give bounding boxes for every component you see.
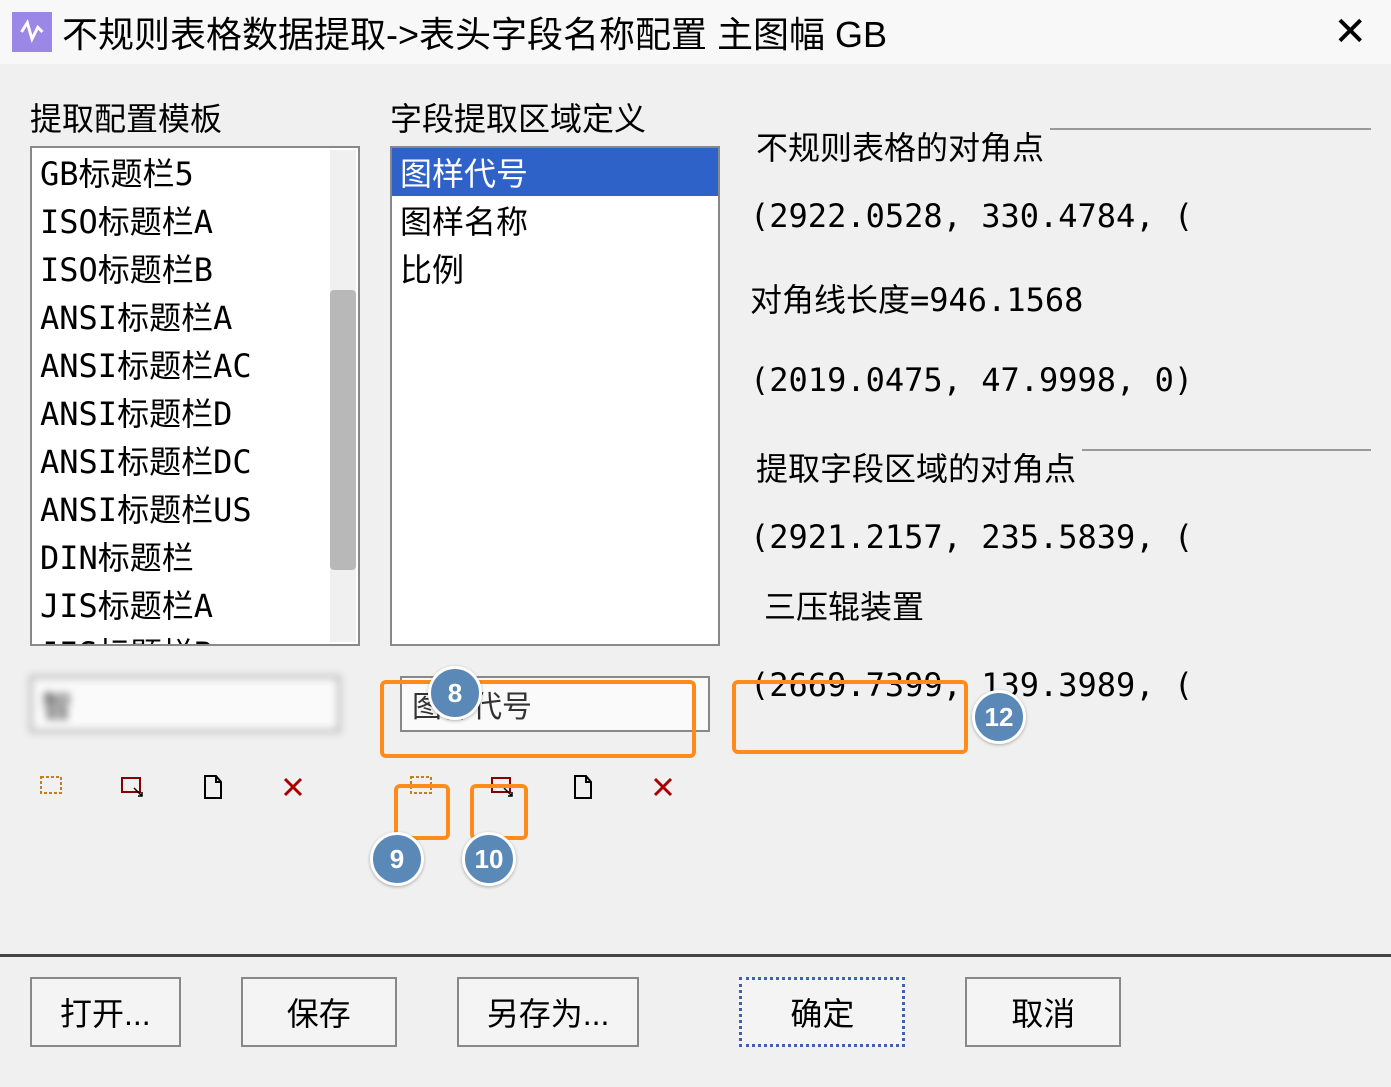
pick-rect-icon[interactable] — [486, 772, 520, 802]
list-item[interactable]: JIS标题栏B — [32, 628, 328, 644]
table-corner-title: 不规则表格的对角点 — [750, 123, 1050, 169]
select-region-icon[interactable] — [406, 772, 440, 802]
list-item[interactable]: ISO标题栏B — [32, 244, 328, 292]
pick-rect-icon[interactable] — [116, 772, 150, 802]
field-corner-title: 提取字段区域的对角点 — [750, 444, 1082, 490]
callout-8: 8 — [428, 666, 482, 720]
fields-label: 字段提取区域定义 — [390, 94, 720, 140]
list-item[interactable]: ANSI标题栏DC — [32, 436, 328, 484]
callout-9: 9 — [370, 832, 424, 886]
select-region-icon[interactable] — [36, 772, 70, 802]
save-button[interactable]: 保存 — [241, 977, 397, 1047]
bottom-bar: 打开... 保存 另存为... 确定 取消 — [0, 954, 1391, 1047]
list-item[interactable]: JIS标题栏A — [32, 580, 328, 628]
delete-icon[interactable] — [646, 772, 680, 802]
field-corner-p1: (2921.2157, 235.5839, ( — [750, 518, 1371, 556]
titlebar: 不规则表格数据提取->表头字段名称配置 主图幅 GB ✕ — [0, 0, 1391, 64]
delete-icon[interactable] — [276, 772, 310, 802]
callout-10: 10 — [462, 832, 516, 886]
templates-panel: 提取配置模板 GB标题栏5 ISO标题栏A ISO标题栏B ANSI标题栏A A… — [30, 94, 360, 802]
new-page-icon[interactable] — [566, 772, 600, 802]
app-icon — [12, 12, 52, 52]
list-item[interactable]: 图样名称 — [392, 196, 718, 244]
table-corner-p1: (2922.0528, 330.4784, ( — [750, 197, 1371, 235]
list-item[interactable]: DIN标题栏 — [32, 532, 328, 580]
list-item[interactable]: ANSI标题栏A — [32, 292, 328, 340]
field-extracted-value: 三压辊装置 — [750, 574, 938, 636]
templates-listbox[interactable]: GB标题栏5 ISO标题栏A ISO标题栏B ANSI标题栏A ANSI标题栏A… — [30, 146, 360, 646]
new-page-icon[interactable] — [196, 772, 230, 802]
list-item[interactable]: ANSI标题栏AC — [32, 340, 328, 388]
fields-listbox[interactable]: 图样代号 图样名称 比例 — [390, 146, 720, 646]
template-name-input[interactable] — [30, 676, 340, 732]
list-item[interactable]: ANSI标题栏D — [32, 388, 328, 436]
callout-12: 12 — [972, 690, 1026, 744]
close-icon[interactable]: ✕ — [1321, 9, 1379, 55]
scrollbar-thumb[interactable] — [330, 290, 356, 570]
list-item[interactable]: 比例 — [392, 244, 718, 292]
scrollbar[interactable] — [330, 150, 356, 642]
field-corner-p2: (2669.7399, 139.3989, ( — [750, 666, 1371, 704]
saveas-button[interactable]: 另存为... — [457, 977, 640, 1047]
templates-label: 提取配置模板 — [30, 94, 360, 140]
cancel-button[interactable]: 取消 — [965, 977, 1121, 1047]
open-button[interactable]: 打开... — [30, 977, 181, 1047]
list-item[interactable]: ISO标题栏A — [32, 196, 328, 244]
list-item[interactable]: ANSI标题栏US — [32, 484, 328, 532]
list-item[interactable]: GB标题栏5 — [32, 148, 328, 196]
info-panel: 不规则表格的对角点 (2922.0528, 330.4784, ( 对角线长度=… — [750, 94, 1371, 802]
table-corner-p2: (2019.0475, 47.9998, 0) — [750, 361, 1371, 399]
ok-button[interactable]: 确定 — [739, 977, 905, 1047]
window-title: 不规则表格数据提取->表头字段名称配置 主图幅 GB — [62, 6, 1321, 58]
table-diag-length: 对角线长度=946.1568 — [750, 275, 1371, 321]
list-item[interactable]: 图样代号 — [392, 148, 718, 196]
